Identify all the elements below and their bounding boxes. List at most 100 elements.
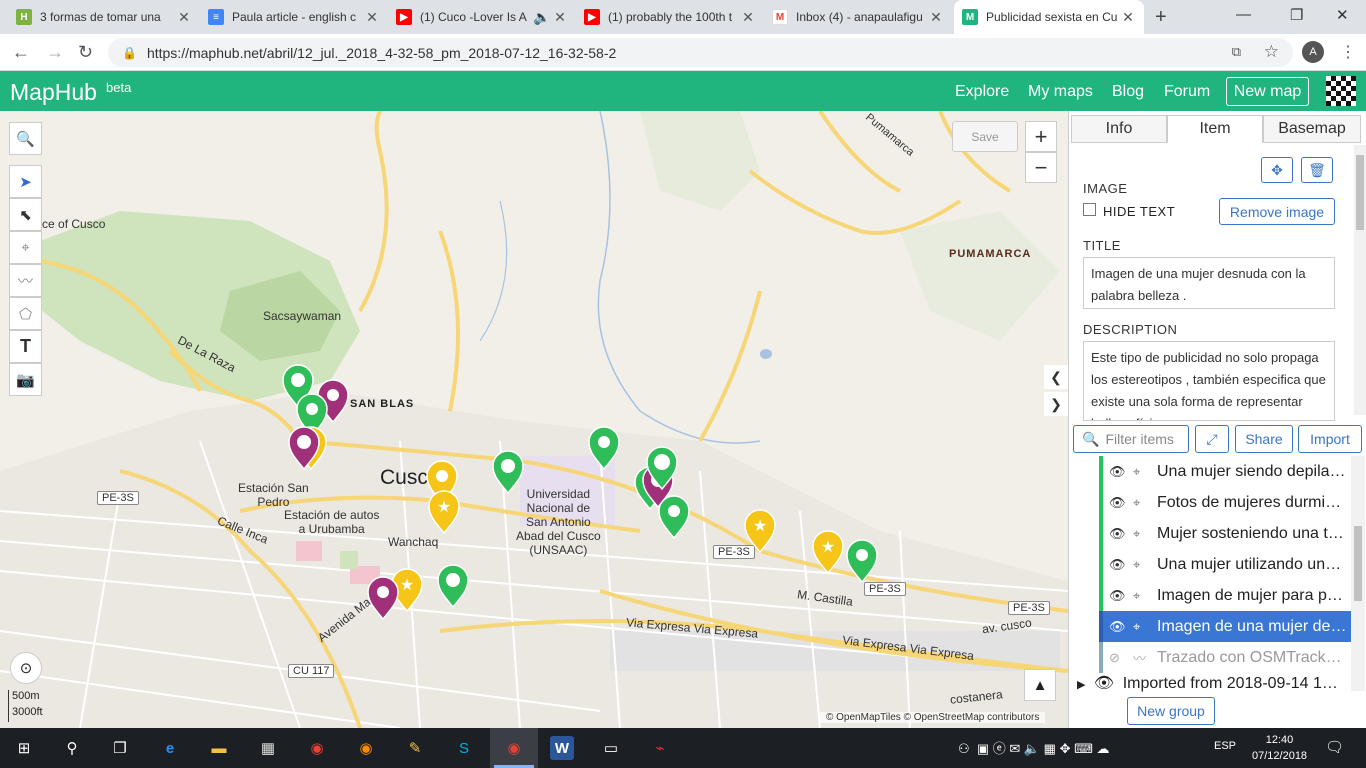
collapse-panel-icon[interactable]: ❮ xyxy=(1044,365,1068,389)
browser-tab[interactable]: H 3 formas de tomar una ✕ xyxy=(8,0,200,34)
eye-icon[interactable]: 👁 xyxy=(1109,588,1129,604)
task-view-icon[interactable]: ❐ xyxy=(108,736,132,760)
nav-forum[interactable]: Forum xyxy=(1164,83,1210,101)
eye-icon[interactable]: 👁 xyxy=(1109,557,1129,573)
import-button[interactable]: Import xyxy=(1298,425,1362,453)
list-scrollbar[interactable] xyxy=(1351,456,1365,691)
browser-menu-icon[interactable]: ⋮ xyxy=(1340,42,1356,62)
file-explorer-icon[interactable]: ▬ xyxy=(207,736,231,760)
new-group-button[interactable]: New group xyxy=(1127,697,1215,725)
polygon-tool-icon[interactable]: ⬠ xyxy=(9,297,42,330)
nav-my-maps[interactable]: My maps xyxy=(1028,83,1093,101)
list-item[interactable]: 👁 ⌖ Una mujer siendo depila… xyxy=(1099,456,1351,487)
chrome-active-icon[interactable]: ◉ xyxy=(502,736,526,760)
url-field[interactable]: 🔒 https://maphub.net/abril/12_jul._2018_… xyxy=(108,38,1293,67)
tab-info[interactable]: Info xyxy=(1071,115,1167,143)
title-field[interactable]: Imagen de una mujer desnuda con la palab… xyxy=(1083,257,1335,309)
close-tab-icon[interactable]: ✕ xyxy=(740,9,756,26)
description-field[interactable]: Este tipo de publicidad no solo propaga … xyxy=(1083,341,1335,421)
map-canvas[interactable]: Province of Cusco Sacsaywaman De La Raza… xyxy=(0,111,1068,728)
clock[interactable]: 12:40 07/12/2018 xyxy=(1252,732,1307,764)
close-tab-icon[interactable]: ✕ xyxy=(176,9,192,26)
acrobat-icon[interactable]: ⌁ xyxy=(648,736,672,760)
search-icon[interactable]: ⚲ xyxy=(60,736,84,760)
list-item-selected[interactable]: 👁 ⌖ Imagen de una mujer de… xyxy=(1099,611,1351,642)
select-area-icon[interactable]: ⬉ xyxy=(9,198,42,231)
skype-icon[interactable]: S xyxy=(452,736,476,760)
select-tool-icon[interactable]: ➤ xyxy=(9,165,42,198)
save-button[interactable]: Save xyxy=(952,121,1018,152)
tab-basemap[interactable]: Basemap xyxy=(1263,115,1361,143)
maphub-logo[interactable]: MapHub xyxy=(10,79,97,106)
restore-icon[interactable]: ❐ xyxy=(1290,6,1303,24)
locate-icon[interactable]: ⊙ xyxy=(10,652,42,684)
marker-green[interactable] xyxy=(437,564,469,608)
marker-green[interactable] xyxy=(492,450,524,494)
close-window-icon[interactable]: ✕ xyxy=(1336,6,1349,24)
list-item[interactable]: 👁 ⌖ Mujer sosteniendo una t… xyxy=(1099,518,1351,549)
user-avatar[interactable] xyxy=(1326,76,1356,106)
camera-icon[interactable]: 📷 xyxy=(9,363,42,396)
eye-icon[interactable]: 👁 xyxy=(1094,675,1114,692)
group-row[interactable]: ▶ 👁 Imported from 2018-09-14 1… xyxy=(1077,673,1338,693)
eye-icon[interactable]: 👁 xyxy=(1109,495,1129,511)
nav-explore[interactable]: Explore xyxy=(955,83,1009,101)
marker-green[interactable] xyxy=(588,426,620,470)
marker-tool-icon[interactable]: ⌖ xyxy=(9,231,42,264)
line-tool-icon[interactable]: 〰 xyxy=(9,264,42,297)
filter-input[interactable]: 🔍 Filter items xyxy=(1073,425,1189,453)
forward-icon[interactable]: → xyxy=(46,42,64,63)
language-indicator[interactable]: ESP xyxy=(1214,740,1236,752)
minimize-icon[interactable]: — xyxy=(1236,6,1251,23)
panel-scrollbar[interactable] xyxy=(1354,145,1366,415)
word-icon[interactable]: W xyxy=(550,736,574,760)
new-tab-icon[interactable]: + xyxy=(1155,6,1167,29)
share-button[interactable]: Share xyxy=(1235,425,1293,453)
browser-tab[interactable]: ▶ (1) probably the 100th t ✕ xyxy=(576,0,764,34)
store-icon[interactable]: ▦ xyxy=(256,736,280,760)
paint-icon[interactable]: ✎ xyxy=(403,736,427,760)
text-tool-icon[interactable]: T xyxy=(9,330,42,363)
eye-icon[interactable]: 👁 xyxy=(1109,526,1129,542)
list-item[interactable]: 👁 ⌖ Una mujer utilizando un… xyxy=(1099,549,1351,580)
marker-green[interactable] xyxy=(846,539,878,583)
expand-arrow-icon[interactable]: ▶ xyxy=(1077,679,1085,691)
firefox-icon[interactable]: ◉ xyxy=(354,736,378,760)
north-arrow-icon[interactable]: ▲ xyxy=(1024,669,1056,701)
nav-blog[interactable]: Blog xyxy=(1112,83,1144,101)
new-map-button[interactable]: New map xyxy=(1226,77,1309,106)
browser-tab[interactable]: ▶ (1) Cuco -Lover Is A 🔈 ✕ xyxy=(388,0,576,34)
delete-item-icon[interactable]: 🗑 xyxy=(1301,157,1333,183)
search-icon[interactable]: 🔍 xyxy=(9,122,42,155)
list-item[interactable]: 👁 ⌖ Fotos de mujeres durmi… xyxy=(1099,487,1351,518)
browser-tab[interactable]: ≡ Paula article - english c ✕ xyxy=(200,0,388,34)
marker-yellow-star[interactable]: ★ xyxy=(744,509,776,553)
browser-tab[interactable]: M Inbox (4) - anapaulafigu ✕ xyxy=(764,0,952,34)
system-tray[interactable]: ⚇ ▣ ⓔ ✉ 🔈 ▦ ✥ ⌨ ☁ xyxy=(958,738,1109,757)
fullscreen-icon[interactable]: ⤢ xyxy=(1195,425,1229,453)
back-icon[interactable]: ← xyxy=(12,42,30,63)
close-tab-icon[interactable]: ✕ xyxy=(928,9,944,26)
tab-item[interactable]: Item xyxy=(1167,115,1263,143)
expand-panel-icon[interactable]: ❯ xyxy=(1044,392,1068,416)
close-tab-icon[interactable]: ✕ xyxy=(552,9,568,26)
hide-text-checkbox[interactable] xyxy=(1083,203,1096,216)
move-item-icon[interactable]: ✥ xyxy=(1261,157,1293,183)
zoom-in-button[interactable]: + xyxy=(1025,121,1057,152)
list-item[interactable]: 👁 ⌖ Imagen de mujer para p… xyxy=(1099,580,1351,611)
edge-icon[interactable]: e xyxy=(158,736,182,760)
remove-image-button[interactable]: Remove image xyxy=(1219,198,1335,225)
list-item[interactable]: ⊘ 〰 Trazado con OSMTrack… xyxy=(1099,642,1351,673)
eye-icon[interactable]: 👁 xyxy=(1109,619,1129,635)
eye-icon[interactable]: 👁 xyxy=(1109,464,1129,480)
windows-start-icon[interactable]: ⊞ xyxy=(12,736,36,760)
audio-icon[interactable]: 🔈 xyxy=(532,9,552,26)
zoom-out-button[interactable]: − xyxy=(1025,152,1057,183)
marker-yellow-star[interactable]: ★ xyxy=(812,530,844,574)
eye-off-icon[interactable]: ⊘ xyxy=(1109,650,1129,666)
close-tab-icon[interactable]: ✕ xyxy=(364,9,380,26)
chrome-icon[interactable]: ◉ xyxy=(305,736,329,760)
devices-icon[interactable]: ▭ xyxy=(599,736,623,760)
profile-avatar[interactable]: A xyxy=(1302,41,1324,63)
marker-purple[interactable] xyxy=(367,576,399,620)
